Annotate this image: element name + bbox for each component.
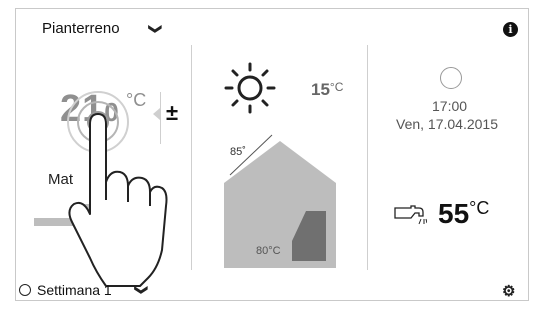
zone-label: Pianterreno bbox=[42, 20, 120, 37]
clock-date: Ven, 17.04.2015 bbox=[396, 116, 498, 132]
faucet-icon bbox=[393, 204, 428, 226]
hot-water-unit: °C bbox=[469, 198, 490, 218]
touch-hand-illustration bbox=[60, 72, 180, 297]
outdoor-temp-value: 15 bbox=[311, 80, 330, 99]
info-icon[interactable]: i bbox=[503, 22, 518, 37]
chevron-down-icon: ❯ bbox=[134, 284, 150, 296]
column-divider-left bbox=[191, 45, 192, 270]
clock-icon bbox=[19, 284, 31, 296]
outdoor-temp-unit: °C bbox=[329, 80, 344, 94]
sun-icon bbox=[222, 60, 278, 116]
program-selector[interactable]: Settimana 1 ❯ bbox=[19, 282, 150, 298]
roof-temp-label: 85˚ bbox=[230, 146, 246, 158]
chevron-down-icon: ❯ bbox=[148, 23, 164, 34]
hot-water-value: 55 bbox=[438, 198, 470, 229]
outdoor-temperature: 15°C bbox=[311, 80, 343, 100]
gear-icon[interactable]: ⚙ bbox=[502, 282, 515, 300]
moon-icon bbox=[440, 67, 462, 89]
zone-selector[interactable]: Pianterreno ❯ bbox=[42, 20, 164, 37]
hot-water-temperature: 55°C bbox=[438, 198, 489, 230]
program-label: Settimana 1 bbox=[37, 282, 112, 298]
column-divider-right bbox=[367, 45, 368, 270]
clock-time: 17:00 bbox=[432, 98, 468, 114]
tank-temp-label: 80°C bbox=[256, 245, 281, 257]
